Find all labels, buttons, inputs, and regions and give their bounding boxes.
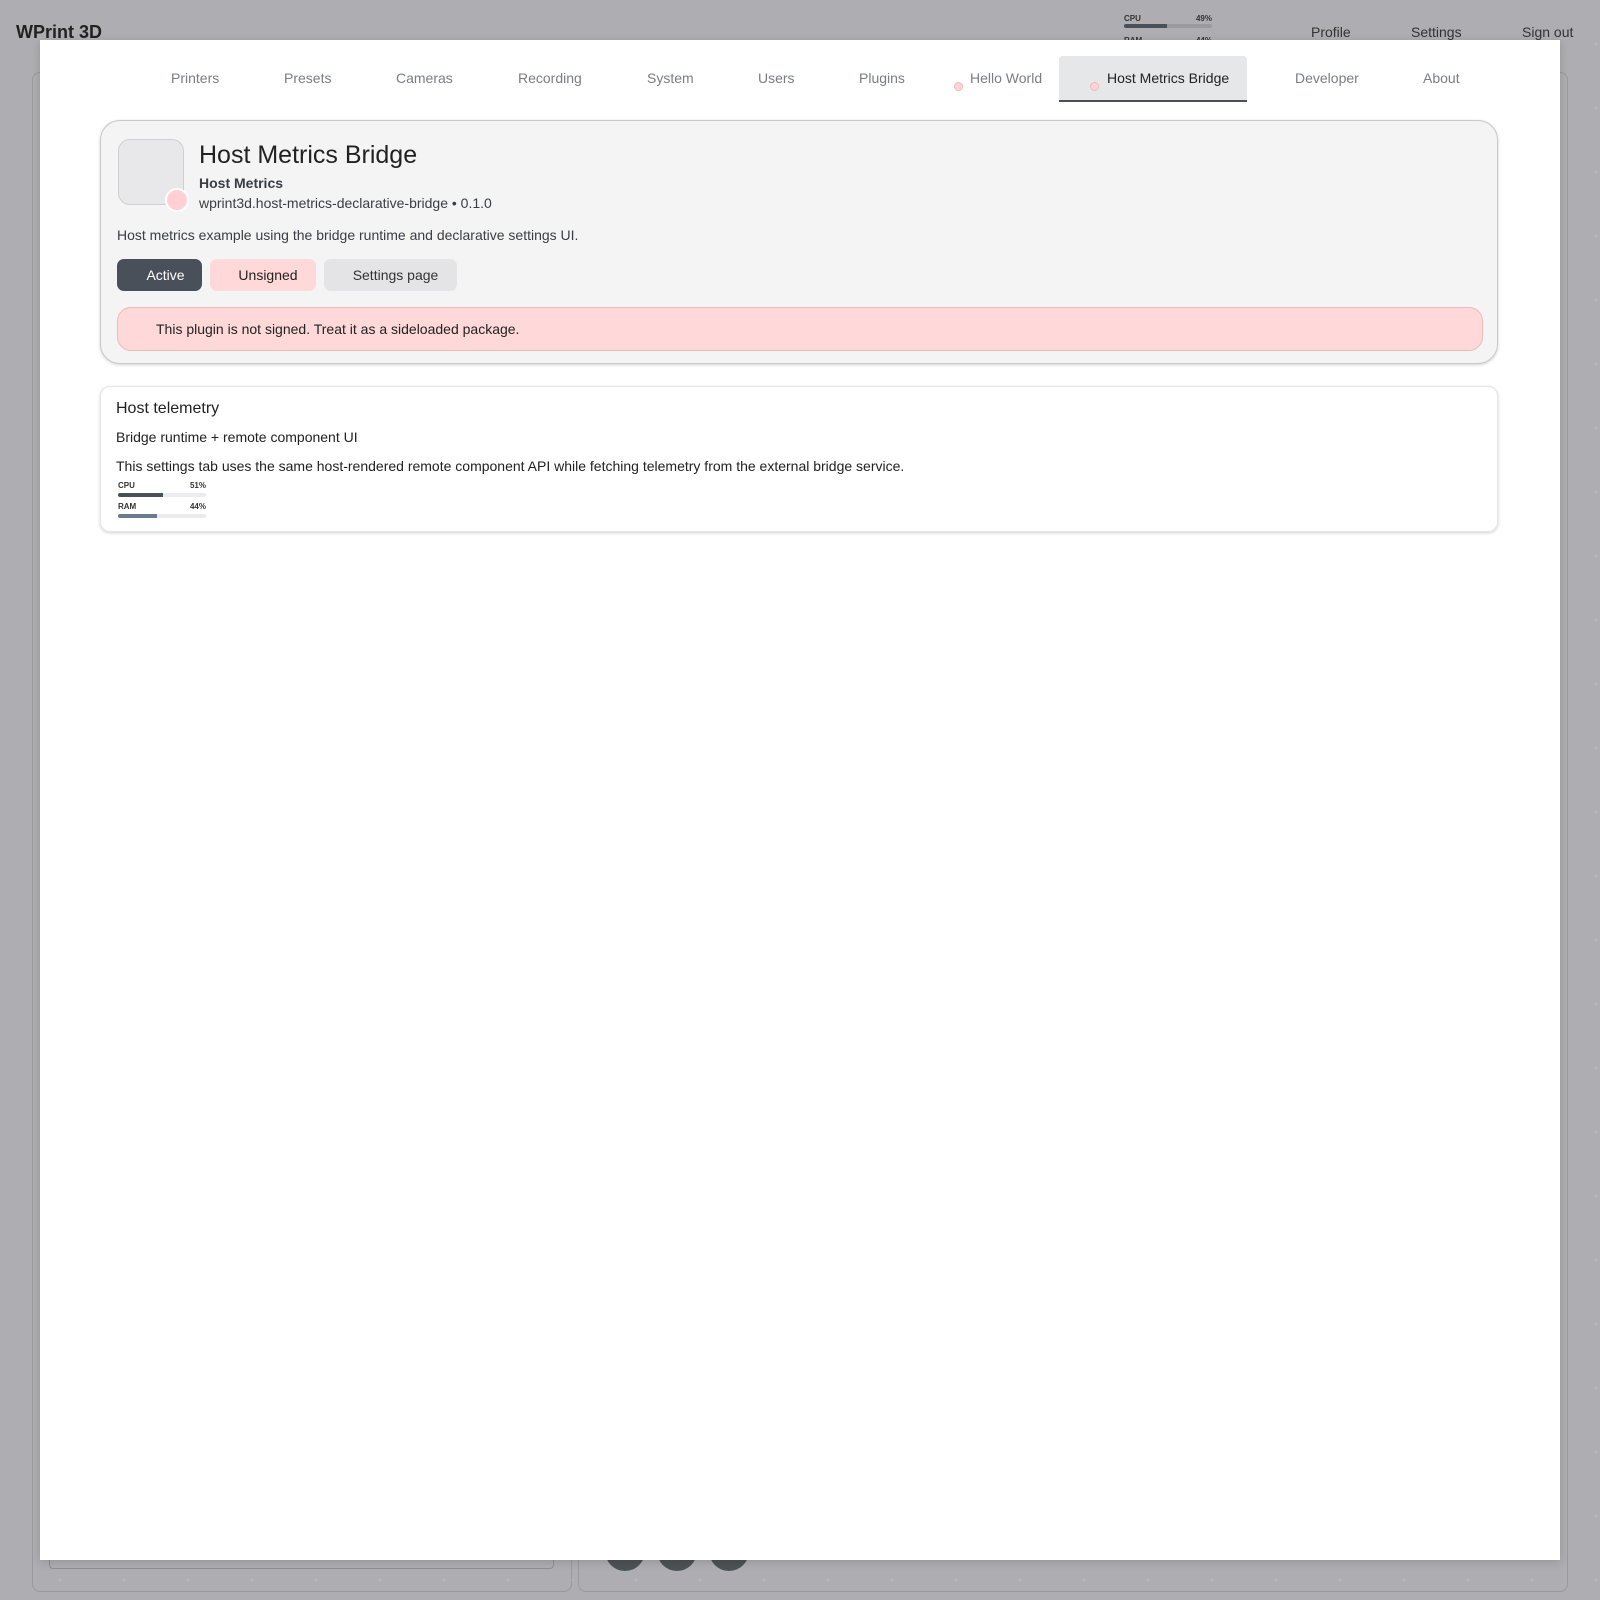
header-metric-cpu-bar (1124, 24, 1212, 28)
active-status-chip: Active (117, 259, 202, 291)
unsigned-warning-text: This plugin is not signed. Treat it as a… (156, 321, 520, 337)
telemetry-cpu-label: CPU (118, 481, 135, 490)
tab-developer-label: Developer (1295, 70, 1359, 86)
tab-about[interactable]: About (1423, 56, 1460, 102)
host-telemetry-card: Host telemetry Bridge runtime + remote c… (100, 386, 1498, 532)
telemetry-metric-ram: RAM 44% (118, 502, 206, 518)
unsigned-warning-banner: This plugin is not signed. Treat it as a… (117, 307, 1483, 351)
telemetry-metrics: CPU 51% RAM 44% (118, 481, 206, 523)
header-metric-cpu-label: CPU (1124, 14, 1141, 23)
settings-tabs: Printers Presets Cameras Recording Syste… (40, 56, 1560, 104)
settings-page-label: Settings page (352, 267, 439, 283)
tab-users-label: Users (758, 70, 795, 86)
unsigned-status-chip: Unsigned (210, 259, 316, 291)
telemetry-metric-cpu: CPU 51% (118, 481, 206, 497)
plugin-status-dot-icon (954, 82, 963, 91)
plugin-header-card: Host Metrics Bridge Host Metrics wprint3… (100, 120, 1498, 364)
settings-modal: Printers Presets Cameras Recording Syste… (40, 40, 1560, 1560)
tab-cameras-label: Cameras (396, 70, 453, 86)
plugin-status-dot-icon (1090, 82, 1099, 91)
tab-presets[interactable]: Presets (284, 56, 331, 102)
tab-host-metrics-bridge-label: Host Metrics Bridge (1107, 70, 1230, 86)
telemetry-cpu-value: 51% (189, 481, 206, 490)
tab-users[interactable]: Users (758, 56, 795, 102)
plugin-subtitle: Host Metrics (199, 175, 284, 191)
telemetry-description: This settings tab uses the same host-ren… (116, 458, 905, 474)
tab-developer[interactable]: Developer (1295, 56, 1359, 102)
plugin-status-badge-icon (165, 188, 189, 212)
profile-link[interactable]: Profile (1311, 24, 1351, 40)
active-status-label: Active (146, 267, 185, 283)
plugin-description: Host metrics example using the bridge ru… (117, 227, 579, 243)
tab-system[interactable]: System (647, 56, 694, 102)
tab-recording-label: Recording (518, 70, 582, 86)
header-metric-cpu-value: 49% (1195, 14, 1212, 23)
telemetry-title: Host telemetry (116, 400, 220, 417)
tab-recording[interactable]: Recording (518, 56, 582, 102)
tab-plugins[interactable]: Plugins (859, 56, 905, 102)
tab-presets-label: Presets (284, 70, 332, 86)
telemetry-subtitle: Bridge runtime + remote component UI (116, 429, 358, 445)
plugin-meta: wprint3d.host-metrics-declarative-bridge… (199, 195, 492, 211)
unsigned-status-label: Unsigned (238, 267, 298, 283)
tab-hello-world-label: Hello World (970, 70, 1043, 86)
telemetry-ram-bar (118, 514, 206, 518)
settings-page-chip: Settings page (324, 259, 457, 291)
tab-plugins-label: Plugins (859, 70, 905, 86)
settings-link[interactable]: Settings (1411, 24, 1462, 40)
tab-system-label: System (647, 70, 694, 86)
telemetry-ram-value: 44% (189, 502, 206, 511)
tab-printers[interactable]: Printers (171, 56, 219, 102)
telemetry-cpu-bar (118, 493, 206, 497)
header-metric-cpu: CPU 49% (1124, 14, 1212, 28)
sign-out-link[interactable]: Sign out (1522, 24, 1573, 40)
tab-host-metrics-bridge[interactable]: Host Metrics Bridge (1059, 56, 1247, 102)
tab-printers-label: Printers (171, 70, 220, 86)
tab-about-label: About (1423, 70, 1460, 86)
tab-cameras[interactable]: Cameras (396, 56, 453, 102)
plugin-title: Host Metrics Bridge (199, 141, 418, 169)
telemetry-ram-label: RAM (118, 502, 137, 511)
